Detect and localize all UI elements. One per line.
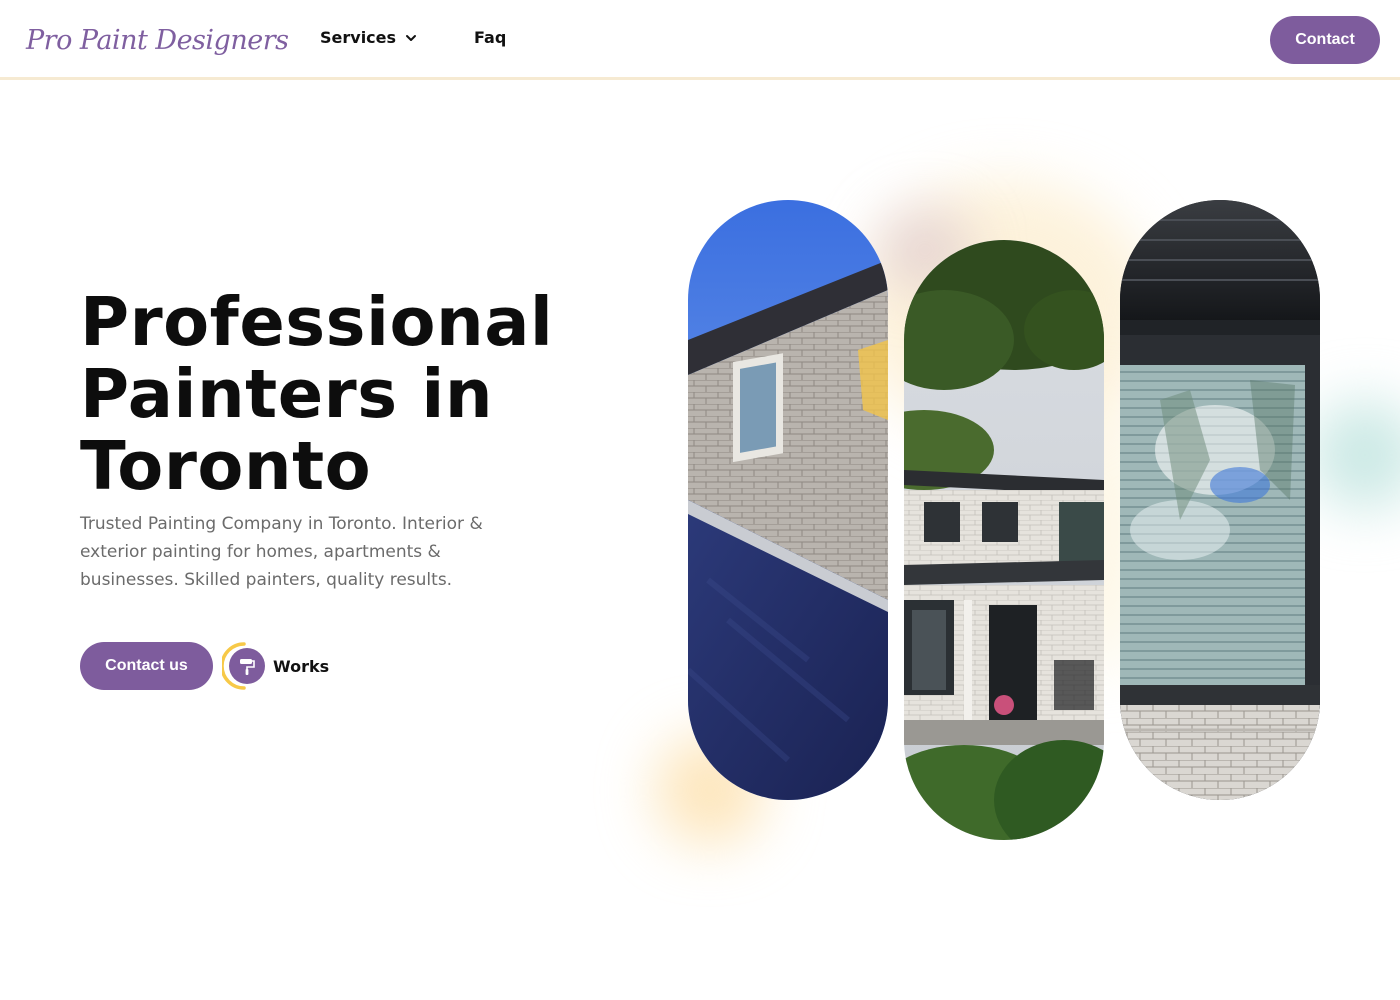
logo-text: Pro Paint Designers xyxy=(26,24,289,56)
contact-button[interactable]: Contact xyxy=(1270,16,1380,64)
hero-description: Trusted Painting Company in Toronto. Int… xyxy=(80,514,483,590)
gallery-photo-house xyxy=(904,240,1104,840)
roof-photo-image xyxy=(688,200,888,800)
window-photo-image xyxy=(1120,200,1320,800)
decorative-glow xyxy=(1310,400,1400,510)
main-nav: Services Faq xyxy=(320,28,506,47)
gallery-photo-roof xyxy=(688,200,888,800)
nav-services[interactable]: Services xyxy=(320,28,418,47)
gallery-photo-window xyxy=(1120,200,1320,800)
hero-title-line-2: Painters in xyxy=(80,355,494,433)
site-header: Pro Paint Designers Services Faq Contact xyxy=(0,0,1400,80)
contact-us-button[interactable]: Contact us xyxy=(80,642,213,690)
house-photo-image xyxy=(904,240,1104,840)
nav-faq-label: Faq xyxy=(474,28,507,47)
works-label: Works xyxy=(273,656,330,676)
hero-title-line-3: Toronto xyxy=(80,427,372,505)
works-link[interactable]: Works xyxy=(222,641,329,691)
hero-title: Professional Painters in Toronto xyxy=(80,286,600,502)
site-logo[interactable]: Pro Paint Designers xyxy=(18,16,289,64)
chevron-down-icon xyxy=(406,34,417,41)
paint-roller-icon xyxy=(222,642,265,690)
hero-title-line-1: Professional xyxy=(80,283,554,361)
nav-services-label: Services xyxy=(320,28,397,47)
hero-actions: Contact us Works xyxy=(80,642,329,690)
nav-faq[interactable]: Faq xyxy=(474,28,506,47)
